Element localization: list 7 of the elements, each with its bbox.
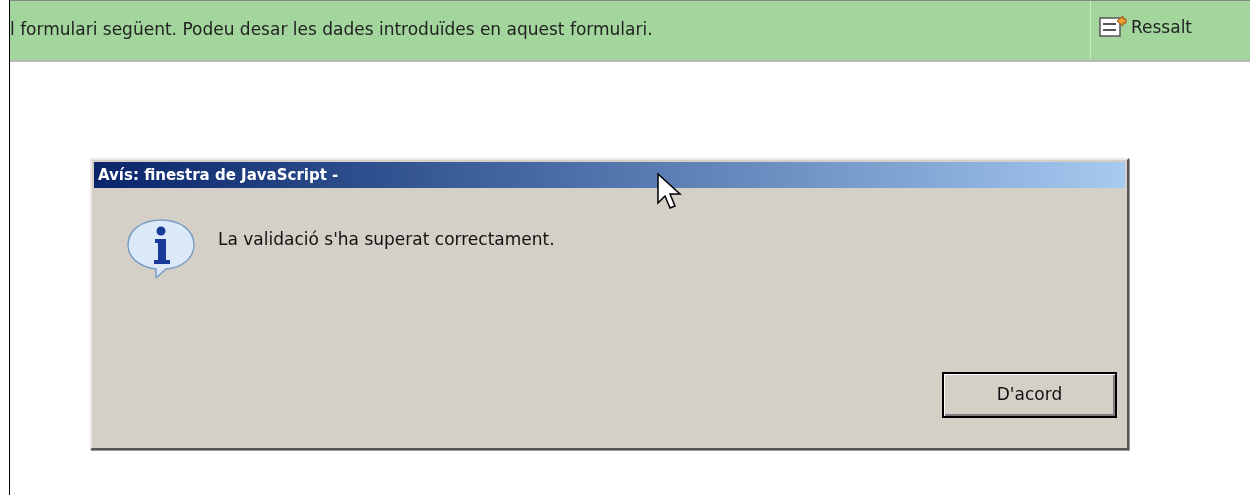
dialog-message: La validació s'ha superat correctament. (218, 228, 555, 251)
dialog-title: Avís: finestra de JavaScript - (98, 164, 339, 186)
highlight-icon (1099, 15, 1127, 39)
info-icon (126, 218, 196, 278)
highlight-button[interactable]: Ressalt (1090, 1, 1250, 59)
info-message: l formulari següent. Podeu desar les dades introduïdes en aquest formulari. (10, 18, 653, 41)
ok-button[interactable]: D'acord (942, 372, 1117, 418)
